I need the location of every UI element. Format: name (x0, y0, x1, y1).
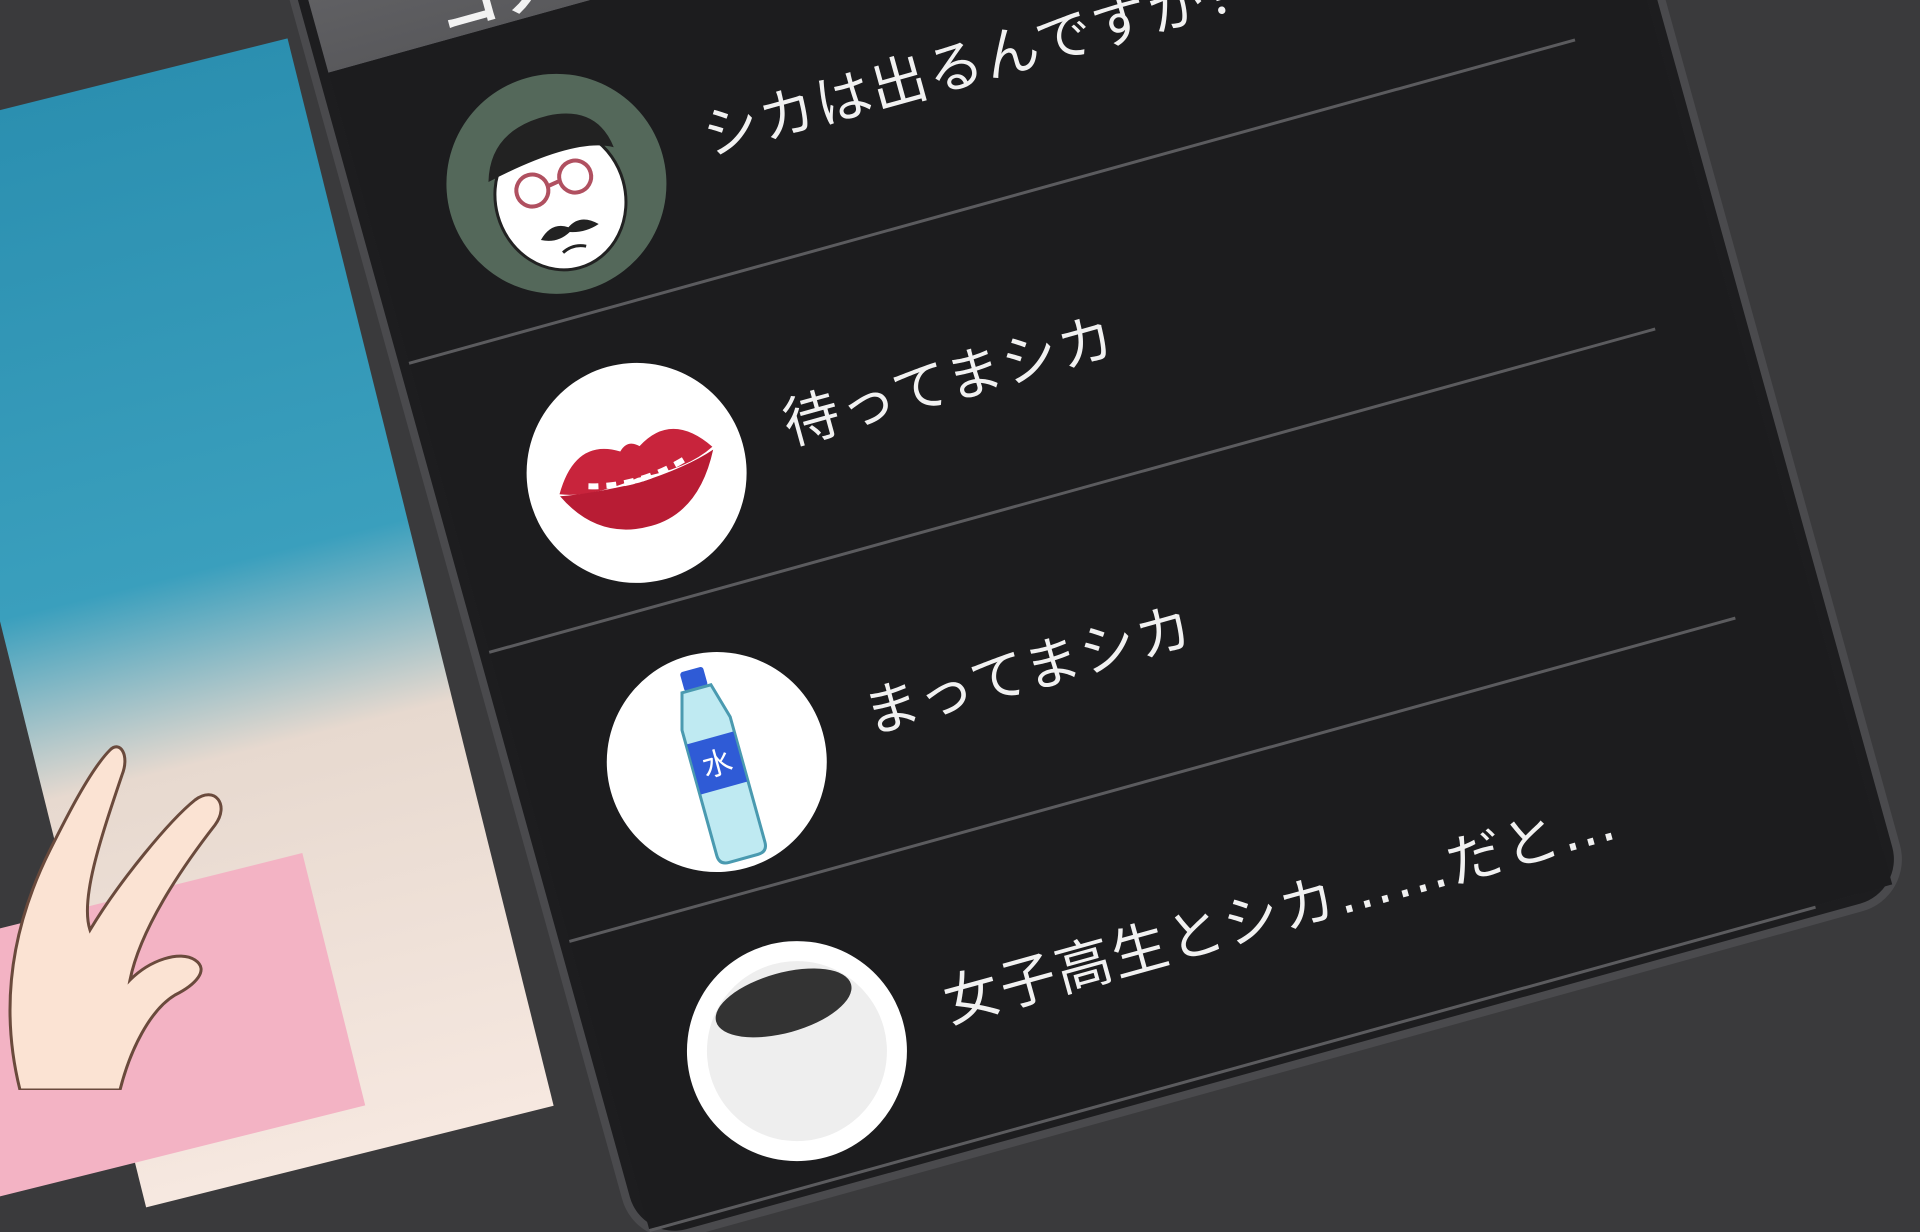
partial-avatar-icon (706, 961, 887, 1142)
avatar[interactable] (501, 337, 773, 609)
glasses-mustache-man-icon (488, 113, 628, 272)
avatar[interactable] (421, 48, 692, 320)
comment-text: 待ってまシカ (776, 304, 1124, 459)
water-bottle-icon: 水 (680, 666, 767, 865)
avatar[interactable] (661, 915, 933, 1187)
red-lips-icon (559, 428, 714, 530)
comment-text: 女子高生とシカ……だと… (936, 788, 1625, 1037)
hand-icon (8, 745, 223, 1090)
comment-text: まってまシカ (856, 594, 1202, 748)
comment-list[interactable]: シカは出るんですか？ 待ってまシカ 水 まってまシカ 女子高生とシカ……だと… (328, 0, 1893, 1232)
avatar[interactable]: 水 (581, 626, 853, 898)
